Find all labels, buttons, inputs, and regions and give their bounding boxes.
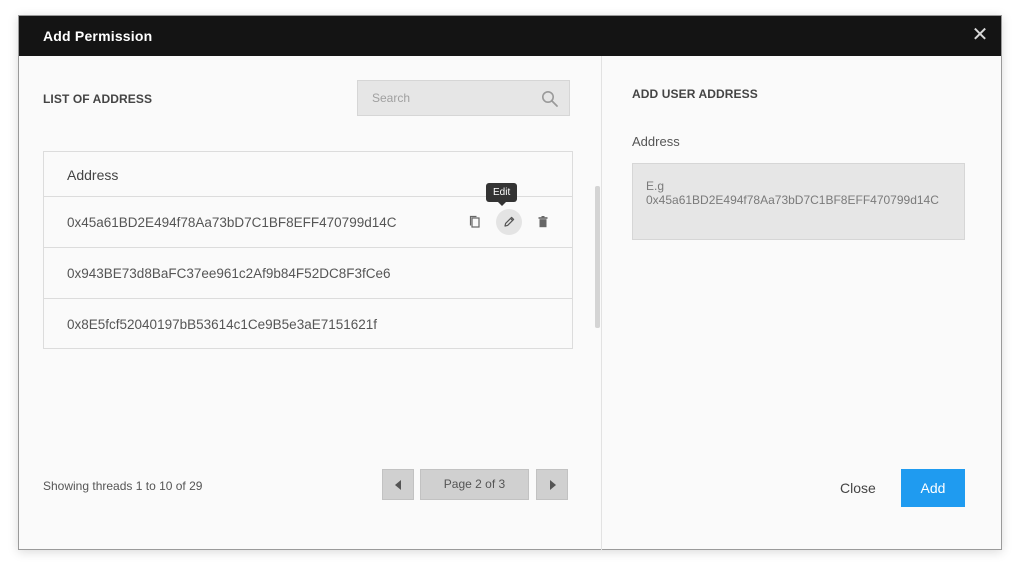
row-actions <box>462 209 562 235</box>
scrollbar[interactable] <box>595 186 600 328</box>
table-row[interactable]: 0x943BE73d8BaFC37ee961c2Af9b84F52DC8F3fC… <box>44 248 572 299</box>
search-icon[interactable] <box>541 90 559 108</box>
list-title: LIST OF ADDRESS <box>43 92 153 106</box>
add-button[interactable]: Add <box>901 469 965 507</box>
copy-icon[interactable] <box>462 209 488 235</box>
address-cell: 0x8E5fcf52040197bB53614c1Ce9B5e3aE715162… <box>67 317 378 332</box>
add-address-panel: ADD USER ADDRESS Address Close Add <box>601 56 1002 550</box>
table-row[interactable]: 0x45a61BD2E494f78Aa73bD7C1BF8EFF470799d1… <box>44 197 572 248</box>
add-permission-dialog: Add Permission ✕ LIST OF ADDRESS Address… <box>18 15 1002 550</box>
dialog-header: Add Permission ✕ <box>19 16 1001 56</box>
chevron-right-icon <box>550 480 556 490</box>
previous-page-button[interactable] <box>382 469 414 500</box>
dialog-title: Add Permission <box>43 28 153 44</box>
address-field-label: Address <box>632 134 680 149</box>
address-table: Address 0x45a61BD2E494f78Aa73bD7C1BF8EFF… <box>43 151 573 349</box>
next-page-button[interactable] <box>536 469 568 500</box>
close-button[interactable]: Close <box>840 480 876 496</box>
search-input[interactable] <box>358 81 542 115</box>
pagination-summary: Showing threads 1 to 10 of 29 <box>43 479 203 493</box>
search-box <box>357 80 570 116</box>
address-field[interactable] <box>632 163 965 240</box>
table-row[interactable]: 0x8E5fcf52040197bB53614c1Ce9B5e3aE715162… <box>44 299 572 350</box>
add-address-title: ADD USER ADDRESS <box>632 87 758 101</box>
edit-tooltip: Edit <box>486 183 518 206</box>
address-cell: 0x45a61BD2E494f78Aa73bD7C1BF8EFF470799d1… <box>67 215 397 230</box>
page-indicator: Page 2 of 3 <box>420 469 529 500</box>
address-list-panel: LIST OF ADDRESS Address 0x45a61BD2E494f7… <box>19 56 601 550</box>
trash-icon[interactable] <box>530 209 556 235</box>
close-icon[interactable]: ✕ <box>969 24 991 46</box>
address-cell: 0x943BE73d8BaFC37ee961c2Af9b84F52DC8F3fC… <box>67 266 391 281</box>
column-header-address: Address <box>67 167 119 183</box>
chevron-left-icon <box>395 480 401 490</box>
edit-icon[interactable] <box>496 209 522 235</box>
